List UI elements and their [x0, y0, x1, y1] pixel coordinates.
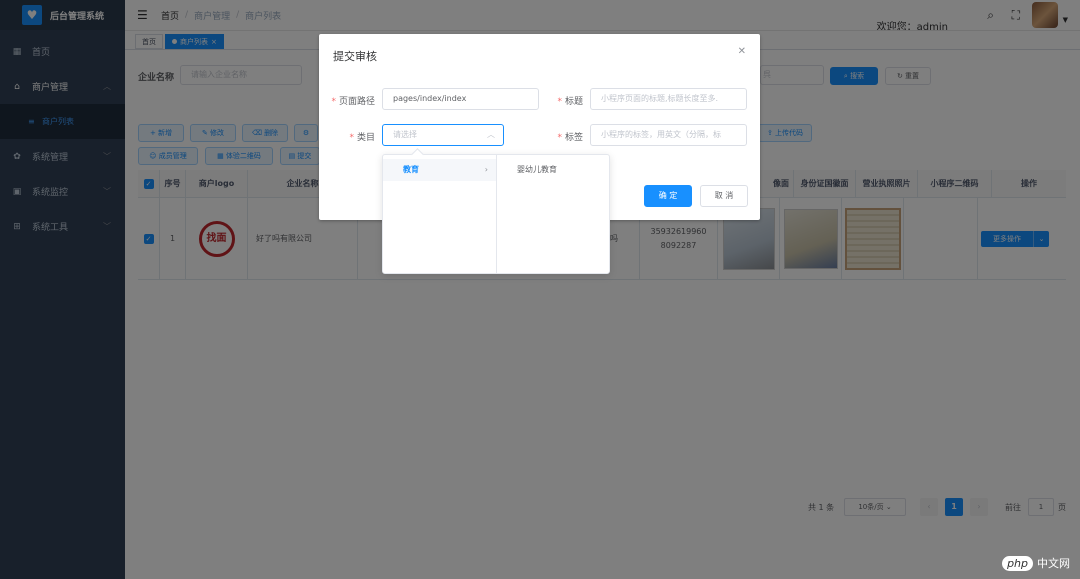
- watermark: php 中文网: [1002, 555, 1070, 571]
- confirm-button[interactable]: 确 定: [644, 185, 692, 207]
- title-label: * 标题: [557, 97, 583, 107]
- cascader-option[interactable]: 教育 ›: [383, 159, 496, 181]
- cancel-button[interactable]: 取 消: [700, 185, 748, 207]
- cascader-option[interactable]: 婴幼儿教育: [497, 159, 609, 181]
- category-label: * 类目: [349, 133, 375, 143]
- chevron-right-icon: ›: [484, 165, 488, 174]
- watermark-badge: php: [1002, 555, 1033, 571]
- title-input[interactable]: 小程序页面的标题,标题长度至多.: [590, 88, 747, 110]
- close-icon[interactable]: ✕: [738, 46, 746, 57]
- dialog-title: 提交审核: [333, 50, 377, 63]
- category-cascader-panel: 教育 › 婴幼儿教育: [382, 154, 610, 274]
- page-path-input[interactable]: pages/index/index: [382, 88, 539, 110]
- tag-label: * 标签: [557, 133, 583, 143]
- path-label: * 页面路径: [331, 97, 375, 107]
- watermark-text: 中文网: [1037, 557, 1070, 570]
- tag-input[interactable]: 小程序的标签，用英文（分隔，标: [590, 124, 747, 146]
- chevron-up-icon: ︿: [487, 130, 495, 139]
- cascader-menu-level1: 教育 ›: [383, 155, 496, 273]
- category-cascader[interactable]: 请选择 ︿: [382, 124, 504, 146]
- cascader-menu-level2: 婴幼儿教育: [496, 155, 609, 273]
